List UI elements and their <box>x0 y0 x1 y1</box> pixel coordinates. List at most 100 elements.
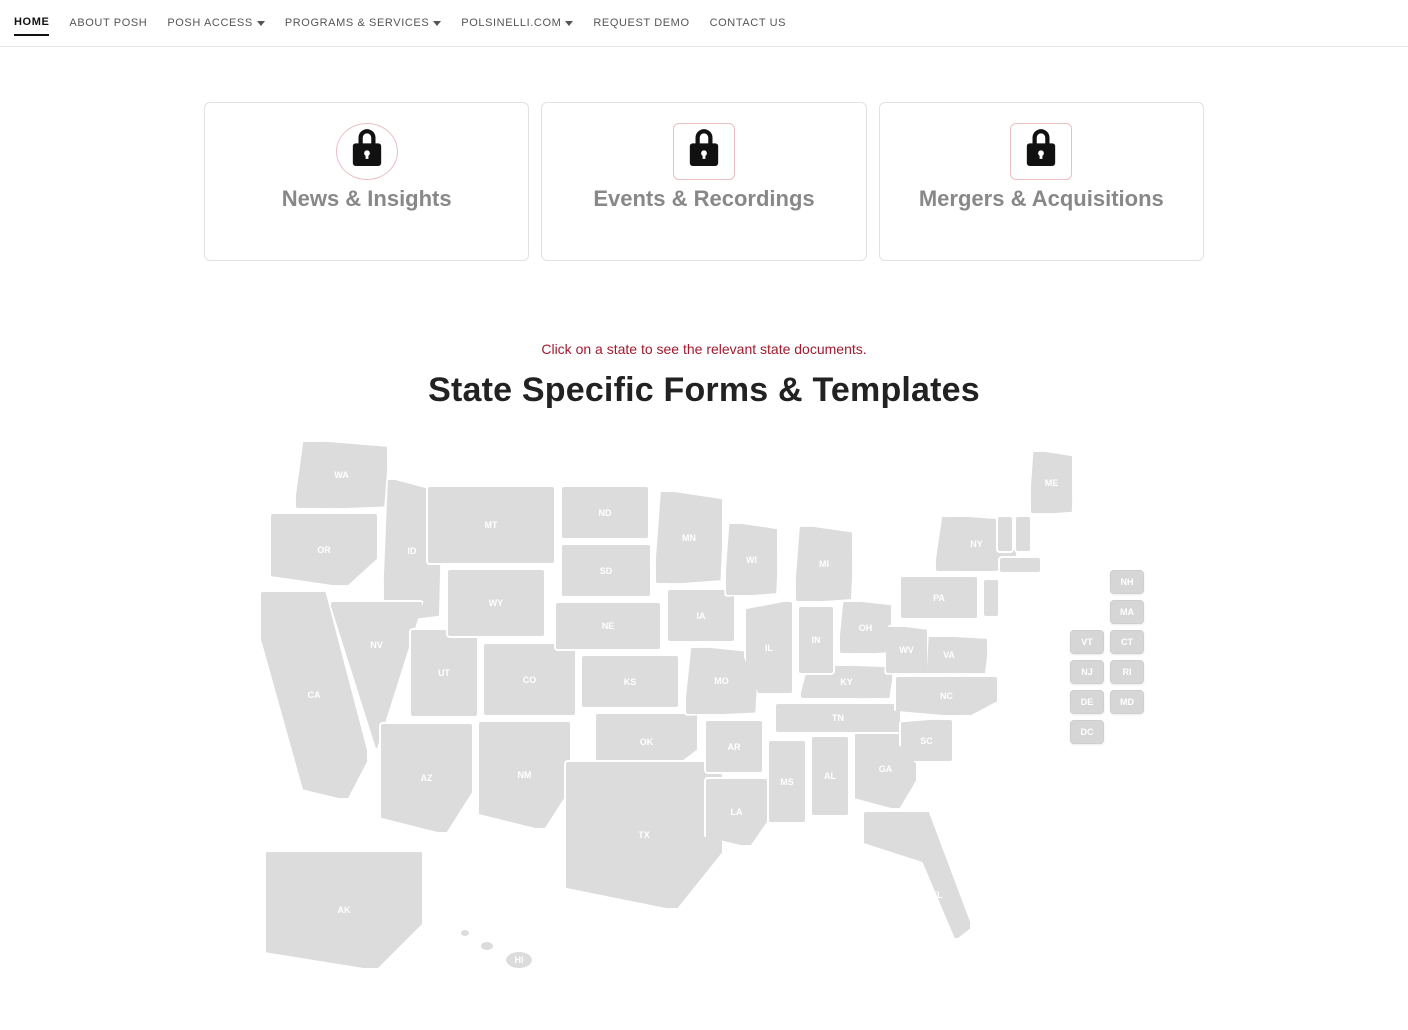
state-ks[interactable]: KS <box>580 654 680 709</box>
nav-request-demo[interactable]: REQUEST DEMO <box>593 11 689 35</box>
state-nc[interactable]: NC <box>894 675 999 717</box>
state-small-ne4[interactable] <box>982 578 1000 618</box>
state-la[interactable]: LA <box>704 777 769 847</box>
state-label: MA <box>1120 607 1134 617</box>
nav-polsinelli[interactable]: POLSINELLI.COM <box>461 11 573 35</box>
state-label: DE <box>1081 697 1094 707</box>
state-de[interactable]: DE <box>1070 690 1104 714</box>
state-label: NJ <box>1081 667 1093 677</box>
state-label: IA <box>697 611 706 621</box>
state-label: UT <box>438 668 450 678</box>
card-news-insights[interactable]: News & Insights <box>204 102 529 261</box>
state-label: ID <box>408 546 417 556</box>
feature-cards: News & Insights Events & Recordings Merg… <box>204 102 1204 261</box>
section-hint: Click on a state to see the relevant sta… <box>204 341 1204 357</box>
state-label: IN <box>812 635 821 645</box>
state-small-ne2[interactable] <box>996 515 1014 553</box>
state-hi[interactable]: HI <box>504 950 534 970</box>
state-label: TN <box>832 713 844 723</box>
state-label: AL <box>824 771 836 781</box>
state-label: KS <box>624 677 637 687</box>
state-nm[interactable]: NM <box>477 720 572 830</box>
state-label: CO <box>523 675 537 685</box>
card-title: Events & Recordings <box>552 186 855 212</box>
state-ri[interactable]: RI <box>1110 660 1144 684</box>
card-events-recordings[interactable]: Events & Recordings <box>541 102 866 261</box>
state-ne[interactable]: NE <box>554 601 662 651</box>
state-label: FL <box>932 890 943 900</box>
state-label: DC <box>1081 727 1094 737</box>
nav-contact-us[interactable]: CONTACT US <box>710 11 787 35</box>
state-nj[interactable]: NJ <box>1070 660 1104 684</box>
state-wy[interactable]: WY <box>446 568 546 638</box>
state-fl[interactable]: FL <box>862 810 972 940</box>
nav-about-posh[interactable]: ABOUT POSH <box>69 11 147 35</box>
nav-programs-services[interactable]: PROGRAMS & SERVICES <box>285 11 441 35</box>
state-label: WI <box>746 555 757 565</box>
state-small-ne1[interactable] <box>1014 515 1032 553</box>
state-label: OR <box>317 545 331 555</box>
state-small-ne3[interactable] <box>998 556 1042 574</box>
state-wa[interactable]: WA <box>294 440 389 510</box>
state-ak[interactable]: AK <box>264 850 424 970</box>
us-map: WA OR CA ID NV UT AZ MT WY CO NM ND SD N… <box>254 430 1154 990</box>
nav-label: POSH ACCESS <box>167 17 252 29</box>
state-ar[interactable]: AR <box>704 719 764 774</box>
state-label: CA <box>308 690 321 700</box>
state-sd[interactable]: SD <box>560 543 652 598</box>
state-label: MO <box>714 676 729 686</box>
chevron-down-icon <box>433 21 441 26</box>
state-pa[interactable]: PA <box>899 575 979 620</box>
state-ms[interactable]: MS <box>767 739 807 824</box>
state-label: PA <box>933 593 945 603</box>
state-co[interactable]: CO <box>482 642 577 717</box>
state-hi-island[interactable] <box>479 940 495 952</box>
state-nh[interactable]: NH <box>1110 570 1144 594</box>
state-nd[interactable]: ND <box>560 485 650 540</box>
card-mergers-acquisitions[interactable]: Mergers & Acquisitions <box>879 102 1204 261</box>
state-in[interactable]: IN <box>797 605 835 675</box>
state-label: ND <box>599 508 612 518</box>
state-wv[interactable]: WV <box>884 625 929 675</box>
state-vt[interactable]: VT <box>1070 630 1104 654</box>
state-oh[interactable]: OH <box>838 600 893 655</box>
state-az[interactable]: AZ <box>379 722 474 834</box>
nav-home[interactable]: HOME <box>14 10 49 36</box>
state-label: MI <box>819 559 829 569</box>
nav-label: REQUEST DEMO <box>593 17 689 29</box>
section-title: State Specific Forms & Templates <box>204 371 1204 410</box>
state-label: MS <box>780 777 794 787</box>
state-mi[interactable]: MI <box>794 525 854 603</box>
nav-posh-access[interactable]: POSH ACCESS <box>167 11 264 35</box>
state-label: HI <box>515 955 524 965</box>
lock-icon <box>1024 129 1058 174</box>
state-tn[interactable]: TN <box>774 702 902 734</box>
state-ct[interactable]: CT <box>1110 630 1144 654</box>
state-label: SC <box>920 736 933 746</box>
state-ut[interactable]: UT <box>409 628 479 718</box>
state-label: RI <box>1123 667 1132 677</box>
card-title: Mergers & Acquisitions <box>890 186 1193 212</box>
state-al[interactable]: AL <box>810 735 850 817</box>
state-mn[interactable]: MN <box>654 490 724 585</box>
state-label: OH <box>859 623 873 633</box>
state-label: VA <box>943 650 955 660</box>
state-label: MD <box>1120 697 1134 707</box>
state-label: AR <box>728 742 741 752</box>
state-mt[interactable]: MT <box>426 485 556 565</box>
nav-label: CONTACT US <box>710 17 787 29</box>
nav-label: ABOUT POSH <box>69 17 147 29</box>
state-tx[interactable]: TX <box>564 760 724 910</box>
lock-icon <box>350 129 384 174</box>
state-me[interactable]: ME <box>1029 450 1074 515</box>
state-ma[interactable]: MA <box>1110 600 1144 624</box>
state-label: GA <box>879 764 893 774</box>
state-label: AK <box>338 905 351 915</box>
state-legend-right: NH MA CT RI MD <box>1110 570 1144 714</box>
state-md[interactable]: MD <box>1110 690 1144 714</box>
state-dc[interactable]: DC <box>1070 720 1104 744</box>
state-label: ME <box>1045 478 1059 488</box>
state-or[interactable]: OR <box>269 512 379 587</box>
state-wi[interactable]: WI <box>724 522 779 597</box>
state-hi-island[interactable] <box>459 928 471 938</box>
